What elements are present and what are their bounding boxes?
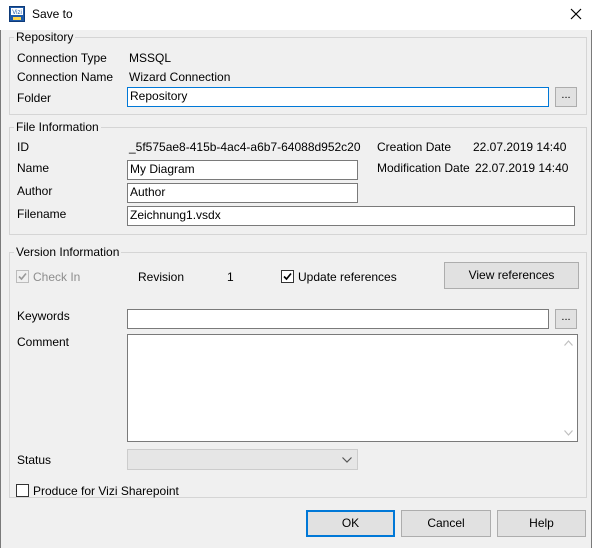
scroll-up-icon [564,340,573,346]
author-field[interactable]: Author [127,183,358,203]
keywords-label: Keywords [17,309,70,323]
close-icon [570,8,582,20]
revision-value: 1 [227,270,234,284]
svg-text:Vizi: Vizi [12,10,22,16]
folder-field[interactable]: Repository [127,87,549,107]
produce-sharepoint-label: Produce for Vizi Sharepoint [33,484,179,498]
help-button[interactable]: Help [497,510,586,537]
window-title: Save to [32,7,73,21]
author-label: Author [17,184,53,198]
creation-date-value: 22.07.2019 14:40 [473,140,567,154]
modification-date-value: 22.07.2019 14:40 [475,161,569,175]
close-button[interactable] [562,2,590,26]
update-references-label: Update references [298,270,397,284]
check-in-label: Check In [33,270,81,284]
check-in-checkbox[interactable] [16,270,29,283]
name-label: Name [17,161,50,175]
version-information-legend: Version Information [14,245,122,259]
scroll-down-icon [564,430,573,436]
modification-date-label: Modification Date [377,161,470,175]
chevron-down-icon [342,457,352,463]
produce-sharepoint-checkbox[interactable] [16,484,29,497]
checkmark-icon [18,272,27,281]
ok-button[interactable]: OK [306,510,395,537]
comment-label: Comment [17,335,70,349]
cancel-button[interactable]: Cancel [401,510,491,537]
revision-label: Revision [138,270,185,284]
connection-type-value: MSSQL [129,51,172,65]
filename-label: Filename [17,207,67,221]
connection-name-value: Wizard Connection [129,70,231,84]
name-field[interactable]: My Diagram [127,160,358,180]
title-bar [0,0,592,30]
window-border-left [0,30,1,548]
file-information-legend: File Information [14,120,101,134]
view-references-button[interactable]: View references [444,262,579,289]
checkmark-icon [283,272,292,281]
status-label: Status [17,453,52,467]
connection-name-label: Connection Name [17,70,114,84]
folder-browse-button[interactable]: ... [555,87,577,107]
filename-field[interactable]: Zeichnung1.vsdx [127,206,575,226]
keywords-field[interactable] [127,309,549,329]
id-label: ID [17,140,29,154]
repository-legend: Repository [14,30,76,44]
vizi-app-icon: Vizi [9,6,25,22]
status-dropdown[interactable] [127,449,358,470]
folder-label: Folder [17,91,52,105]
keywords-browse-button[interactable]: ... [555,309,577,329]
id-value: _5f575ae8-415b-4ac4-a6b7-64088d952c20 [129,140,361,154]
comment-textarea[interactable] [127,334,578,442]
connection-type-label: Connection Type [17,51,107,65]
comment-scrollbar[interactable] [560,335,577,441]
creation-date-label: Creation Date [377,140,452,154]
update-references-checkbox[interactable] [281,270,294,283]
